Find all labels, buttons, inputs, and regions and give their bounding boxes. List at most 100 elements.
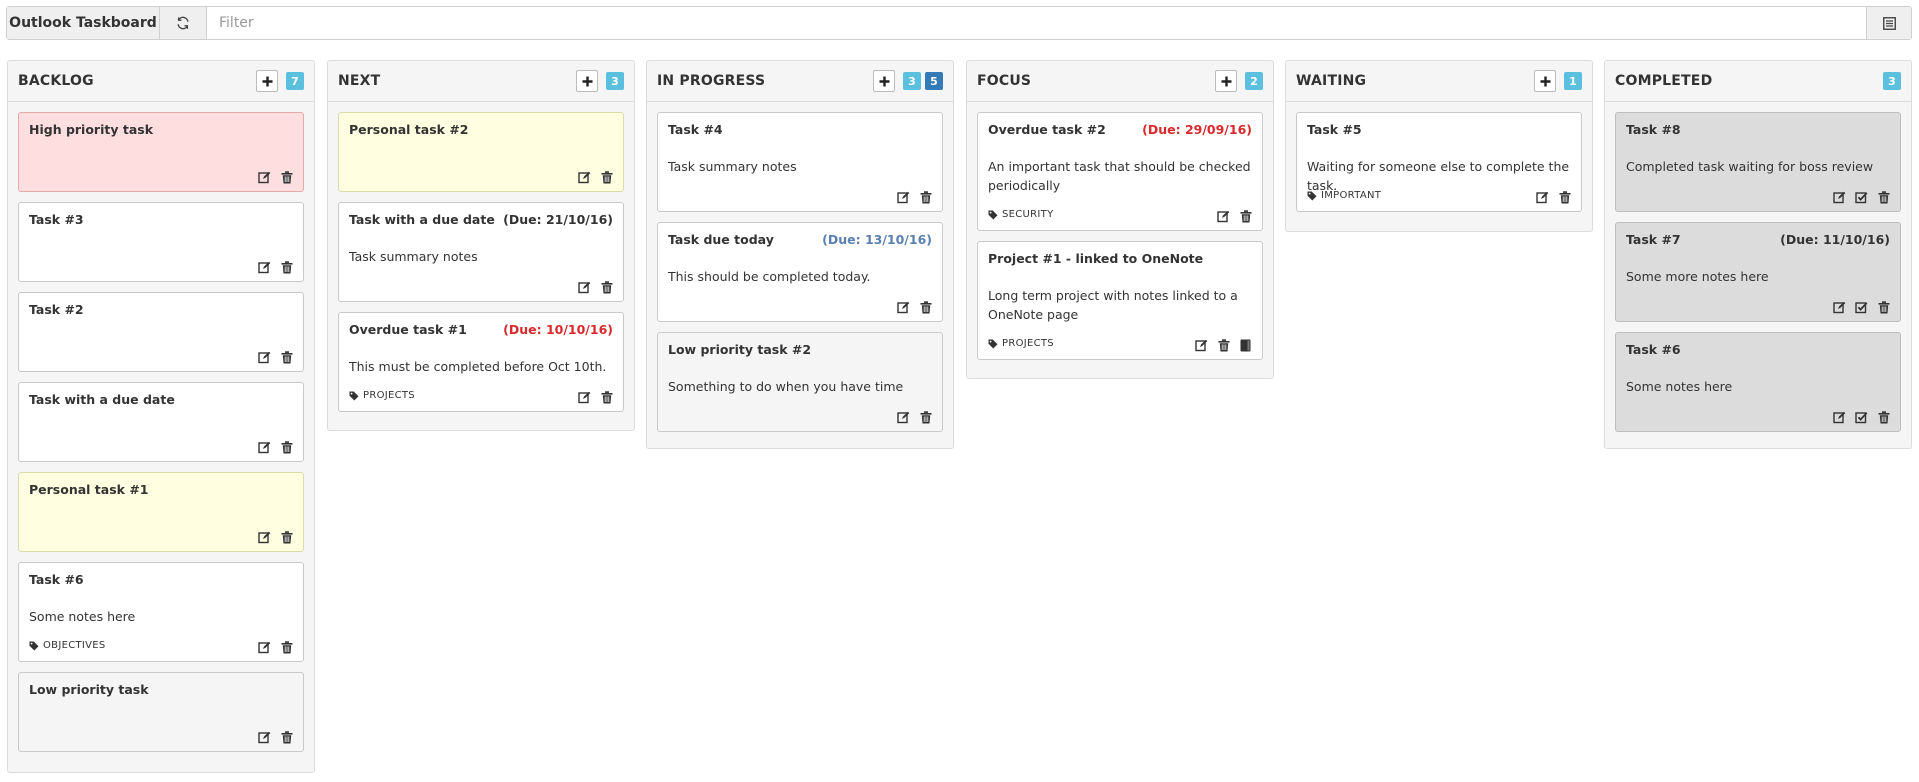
edit-icon[interactable] (897, 301, 910, 314)
trash-icon[interactable] (1558, 191, 1571, 204)
edit-icon[interactable] (258, 531, 271, 544)
edit-icon[interactable] (897, 191, 910, 204)
task-notes: This should be completed today. (668, 269, 871, 284)
onenote-icon[interactable] (1239, 339, 1252, 352)
task-card[interactable]: Task #2 (18, 292, 304, 372)
card-header: Task with a due date (Due: 21/10/16) (349, 212, 613, 227)
edit-icon[interactable] (1536, 191, 1549, 204)
card-header: Task #6 (1626, 342, 1890, 357)
add-task-button[interactable] (873, 70, 895, 92)
add-task-button[interactable] (1534, 70, 1556, 92)
tag-icon (988, 210, 1002, 220)
task-card[interactable]: Task #7 (Due: 11/10/16) Some more notes … (1615, 222, 1901, 322)
task-card[interactable]: Task #3 (18, 202, 304, 282)
complete-check-icon[interactable] (1855, 301, 1868, 314)
task-category: SECURITY (988, 209, 1053, 220)
column-header: COMPLETED 3 (1605, 61, 1911, 102)
trash-icon[interactable] (919, 191, 932, 204)
trash-icon[interactable] (600, 391, 613, 404)
trash-icon[interactable] (280, 731, 293, 744)
complete-check-icon[interactable] (1855, 191, 1868, 204)
category-label: PROJECTS (363, 390, 415, 401)
column-waiting: WAITING 1 Task #5 Waiting for someone els… (1285, 60, 1593, 232)
task-card[interactable]: Project #1 - linked to OneNote Long term… (977, 241, 1263, 360)
task-card[interactable]: Task #6 Some notes here OBJECTIVES (18, 562, 304, 662)
task-count-badge: 3 (903, 72, 921, 90)
task-card[interactable]: Overdue task #2 (Due: 29/09/16) An impor… (977, 112, 1263, 231)
trash-icon[interactable] (1217, 339, 1230, 352)
trash-icon[interactable] (600, 281, 613, 294)
add-task-button[interactable] (576, 70, 598, 92)
edit-icon[interactable] (258, 731, 271, 744)
category-label: OBJECTIVES (43, 640, 106, 651)
edit-icon[interactable] (258, 261, 271, 274)
task-card[interactable]: Task #6 Some notes here (1615, 332, 1901, 432)
tag-icon (349, 391, 363, 401)
edit-icon[interactable] (258, 351, 271, 364)
card-actions (578, 391, 613, 404)
edit-icon[interactable] (1217, 210, 1230, 223)
task-card[interactable]: Task due today (Due: 13/10/16) This shou… (657, 222, 943, 322)
trash-icon[interactable] (280, 531, 293, 544)
task-card[interactable]: Task #4 Task summary notes (657, 112, 943, 212)
trash-icon[interactable] (280, 171, 293, 184)
task-title: Task #7 (1626, 232, 1681, 247)
card-actions (258, 351, 293, 364)
column-title: BACKLOG (18, 73, 94, 89)
category-label: SECURITY (1002, 209, 1054, 220)
edit-icon[interactable] (578, 281, 591, 294)
edit-icon[interactable] (258, 171, 271, 184)
plus-icon (1221, 76, 1232, 87)
card-header: Task #3 (29, 212, 293, 227)
task-card[interactable]: Task #5 Waiting for someone else to comp… (1296, 112, 1582, 212)
edit-icon[interactable] (578, 391, 591, 404)
trash-icon[interactable] (1239, 210, 1252, 223)
task-notes: Some notes here (29, 609, 136, 624)
card-header: Personal task #1 (29, 482, 293, 497)
trash-icon[interactable] (1877, 191, 1890, 204)
trash-icon[interactable] (280, 261, 293, 274)
task-card[interactable]: Low priority task #2 Something to do whe… (657, 332, 943, 432)
trash-icon[interactable] (280, 351, 293, 364)
card-header: Overdue task #2 (Due: 29/09/16) (988, 122, 1252, 137)
edit-icon[interactable] (897, 411, 910, 424)
card-actions (258, 441, 293, 454)
add-task-button[interactable] (1215, 70, 1237, 92)
trash-icon[interactable] (280, 641, 293, 654)
task-count-badge: 3 (606, 72, 624, 90)
task-card[interactable]: Task with a due date (Due: 21/10/16) Tas… (338, 202, 624, 302)
task-card[interactable]: Task with a due date (18, 382, 304, 462)
plus-icon (262, 76, 273, 87)
task-card[interactable]: High priority task (18, 112, 304, 192)
edit-icon[interactable] (1833, 191, 1846, 204)
edit-icon[interactable] (578, 171, 591, 184)
complete-check-icon[interactable] (1855, 411, 1868, 424)
trash-icon[interactable] (1877, 301, 1890, 314)
edit-icon[interactable] (1833, 301, 1846, 314)
column-header: BACKLOG 7 (8, 61, 314, 102)
card-header: Task with a due date (29, 392, 293, 407)
trash-icon[interactable] (600, 171, 613, 184)
card-actions (897, 301, 932, 314)
card-actions (1833, 411, 1890, 424)
task-card[interactable]: Overdue task #1 (Due: 10/10/16) This mus… (338, 312, 624, 412)
add-task-button[interactable] (256, 70, 278, 92)
edit-icon[interactable] (258, 441, 271, 454)
trash-icon[interactable] (919, 411, 932, 424)
trash-icon[interactable] (280, 441, 293, 454)
task-card[interactable]: Personal task #1 (18, 472, 304, 552)
edit-icon[interactable] (1833, 411, 1846, 424)
card-header: Overdue task #1 (Due: 10/10/16) (349, 322, 613, 337)
task-title: Task with a due date (349, 212, 495, 227)
trash-icon[interactable] (919, 301, 932, 314)
trash-icon[interactable] (1877, 411, 1890, 424)
column-in-progress: IN PROGRESS 3 5 Task #4 Task summary notes… (646, 60, 954, 449)
task-card[interactable]: Low priority task (18, 672, 304, 752)
column-body: Personal task #2 Task with a due date (D… (328, 102, 634, 412)
task-card[interactable]: Personal task #2 (338, 112, 624, 192)
card-actions (578, 171, 613, 184)
edit-icon[interactable] (258, 641, 271, 654)
task-card[interactable]: Task #8 Completed task waiting for boss … (1615, 112, 1901, 212)
edit-icon[interactable] (1195, 339, 1208, 352)
card-header: Task #4 (668, 122, 932, 137)
